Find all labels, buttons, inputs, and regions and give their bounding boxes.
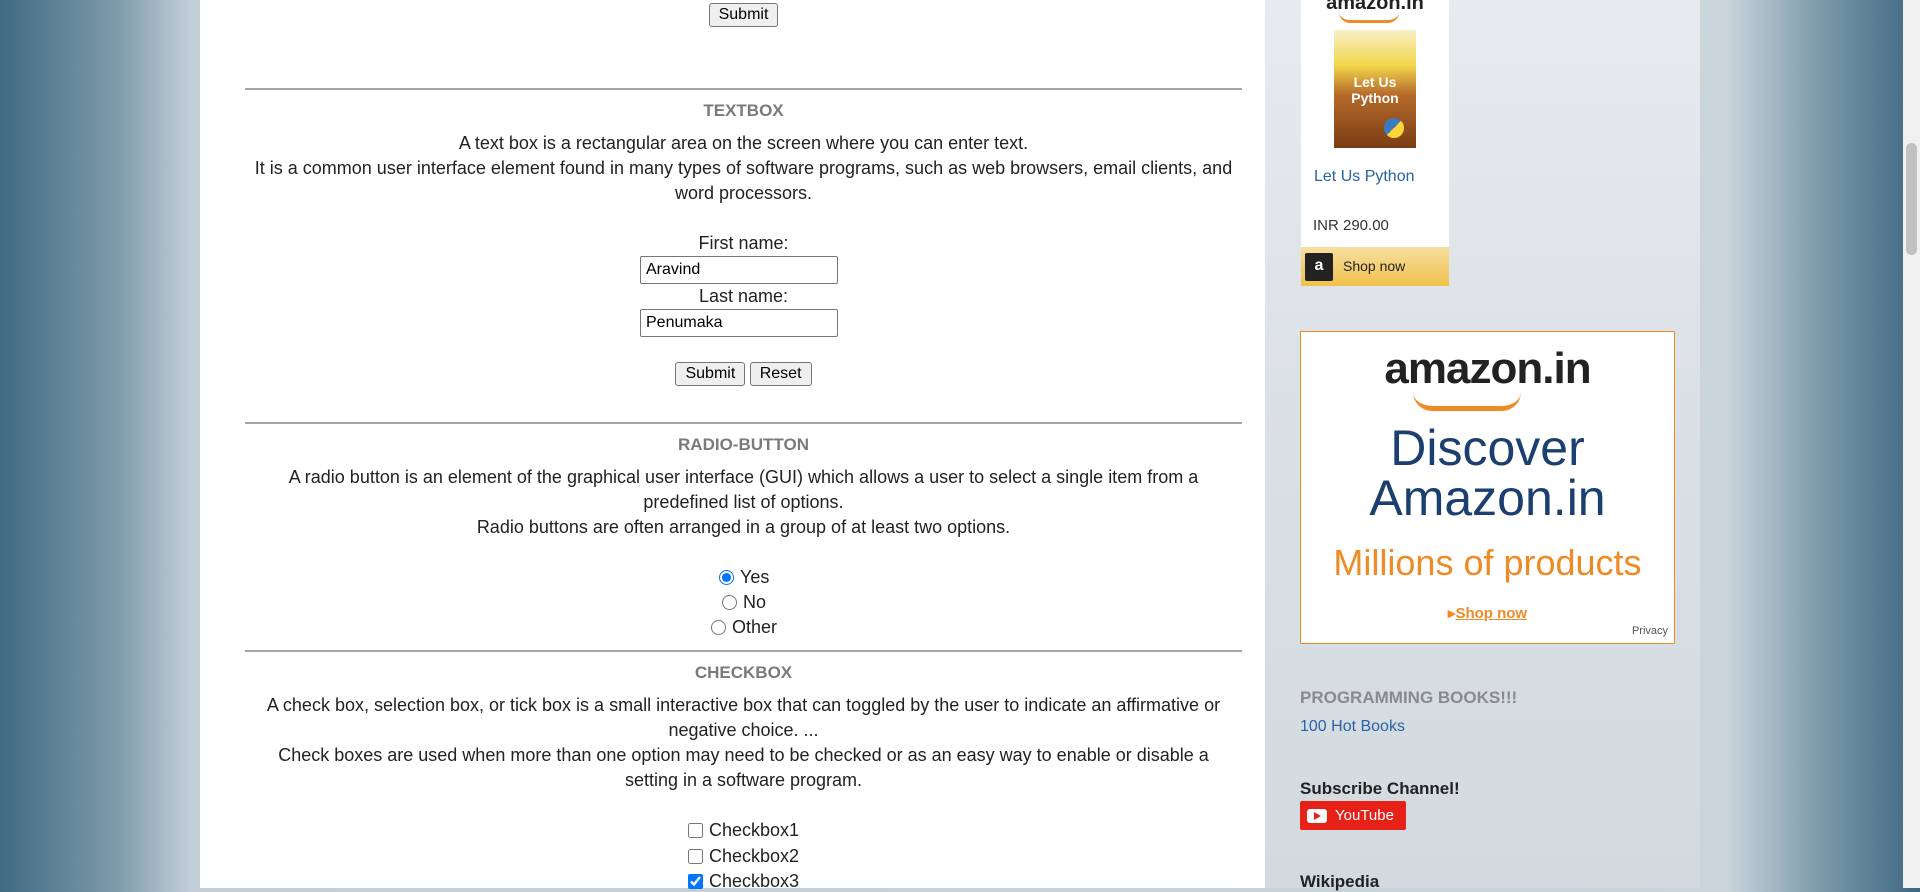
python-logo-icon [1384,118,1404,138]
radio-label-other: Other [732,617,778,637]
book-cover-image: Let Us Python [1334,30,1416,148]
checkbox-option-3[interactable]: Checkbox3 [688,871,799,892]
divider [245,650,1242,652]
textbox-description: A text box is a rectangular area on the … [245,131,1242,206]
wikipedia-heading: Wikipedia [1300,872,1380,891]
radio-option-no[interactable]: No [722,592,766,613]
radio-yes[interactable] [719,570,734,585]
ad-privacy-label[interactable]: Privacy [1632,625,1668,637]
section-title-checkbox: CHECKBOX [694,663,793,682]
checkbox-label-2: Checkbox2 [709,846,800,866]
checkbox-desc-line1: A check box, selection box, or tick box … [266,695,1221,740]
programming-books-heading: PROGRAMMING BOOKS!!! [1300,688,1518,707]
checkbox-label-1: Checkbox1 [709,820,800,840]
book-title-link[interactable]: Let Us Python [1314,168,1415,186]
ad-headline-2: Amazon.in [1369,470,1606,526]
textbox-desc-line1: A text box is a rectangular area on the … [458,133,1029,153]
divider [245,88,1242,90]
shop-now-label: Shop now [1343,258,1406,274]
scrollbar-track[interactable] [1903,0,1920,888]
radio-description: A radio button is an element of the grap… [245,465,1242,540]
first-name-field[interactable] [640,256,838,284]
checkbox-1[interactable] [688,823,703,838]
radio-option-yes[interactable]: Yes [719,567,769,588]
youtube-play-icon [1307,808,1327,823]
radio-option-other[interactable]: Other [711,617,777,638]
amazon-smile-icon [1339,12,1399,23]
checkbox-option-1[interactable]: Checkbox1 [688,820,799,841]
amazon-book-ad[interactable]: amazon.in Let Us Python Let Us Python IN… [1301,0,1449,286]
book-cover-title: Let Us Python [1351,74,1399,106]
first-name-label: First name: [698,233,789,253]
checkbox-label-3: Checkbox3 [709,871,800,891]
section-title-radio: RADIO-BUTTON [678,435,809,454]
amazon-smile-icon [1413,392,1521,411]
checkbox-2[interactable] [688,849,703,864]
checkbox-3[interactable] [688,874,703,889]
amazon-banner-ad[interactable]: amazon.in Discover Amazon.in Millions of… [1300,331,1675,644]
checkbox-description: A check box, selection box, or tick box … [245,693,1242,793]
youtube-label: YouTube [1335,807,1394,824]
ad-headline-1: Discover [1390,420,1585,476]
submit-button[interactable]: Submit [675,362,746,386]
section-title-textbox: TEXTBOX [703,101,784,120]
radio-label-no: No [743,592,767,612]
divider [245,422,1242,424]
radio-other[interactable] [711,620,726,635]
checkbox-option-2[interactable]: Checkbox2 [688,846,799,867]
radio-label-yes: Yes [740,567,770,587]
radio-no[interactable] [722,595,737,610]
ad-tagline: Millions of products [1333,542,1642,583]
last-name-field[interactable] [640,309,838,337]
reset-button[interactable]: Reset [749,362,812,386]
submit-button-top[interactable]: Submit [708,3,779,27]
radio-desc-line2: Radio buttons are often arranged in a gr… [476,517,1011,537]
subscribe-heading: Subscribe Channel! [1300,779,1460,798]
ad-shop-now-label: Shop now [1455,605,1528,622]
textbox-desc-line2: It is a common user interface element fo… [254,158,1233,203]
amazon-logo: amazon.in [1384,344,1591,393]
amazon-a-icon: a [1305,253,1333,281]
hot-books-link[interactable]: 100 Hot Books [1300,718,1405,736]
book-price: INR 290.00 [1313,217,1389,234]
last-name-label: Last name: [698,286,789,306]
main-content: Submit TEXTBOX A text box is a rectangul… [245,0,1242,891]
shop-now-bar[interactable]: a Shop now [1301,247,1449,286]
youtube-button[interactable]: YouTube [1300,801,1406,830]
ad-shop-now-link[interactable]: ▸Shop now [1301,604,1674,622]
scrollbar-thumb[interactable] [1906,143,1917,255]
radio-desc-line1: A radio button is an element of the grap… [288,467,1199,512]
checkbox-desc-line2: Check boxes are used when more than one … [278,745,1209,790]
